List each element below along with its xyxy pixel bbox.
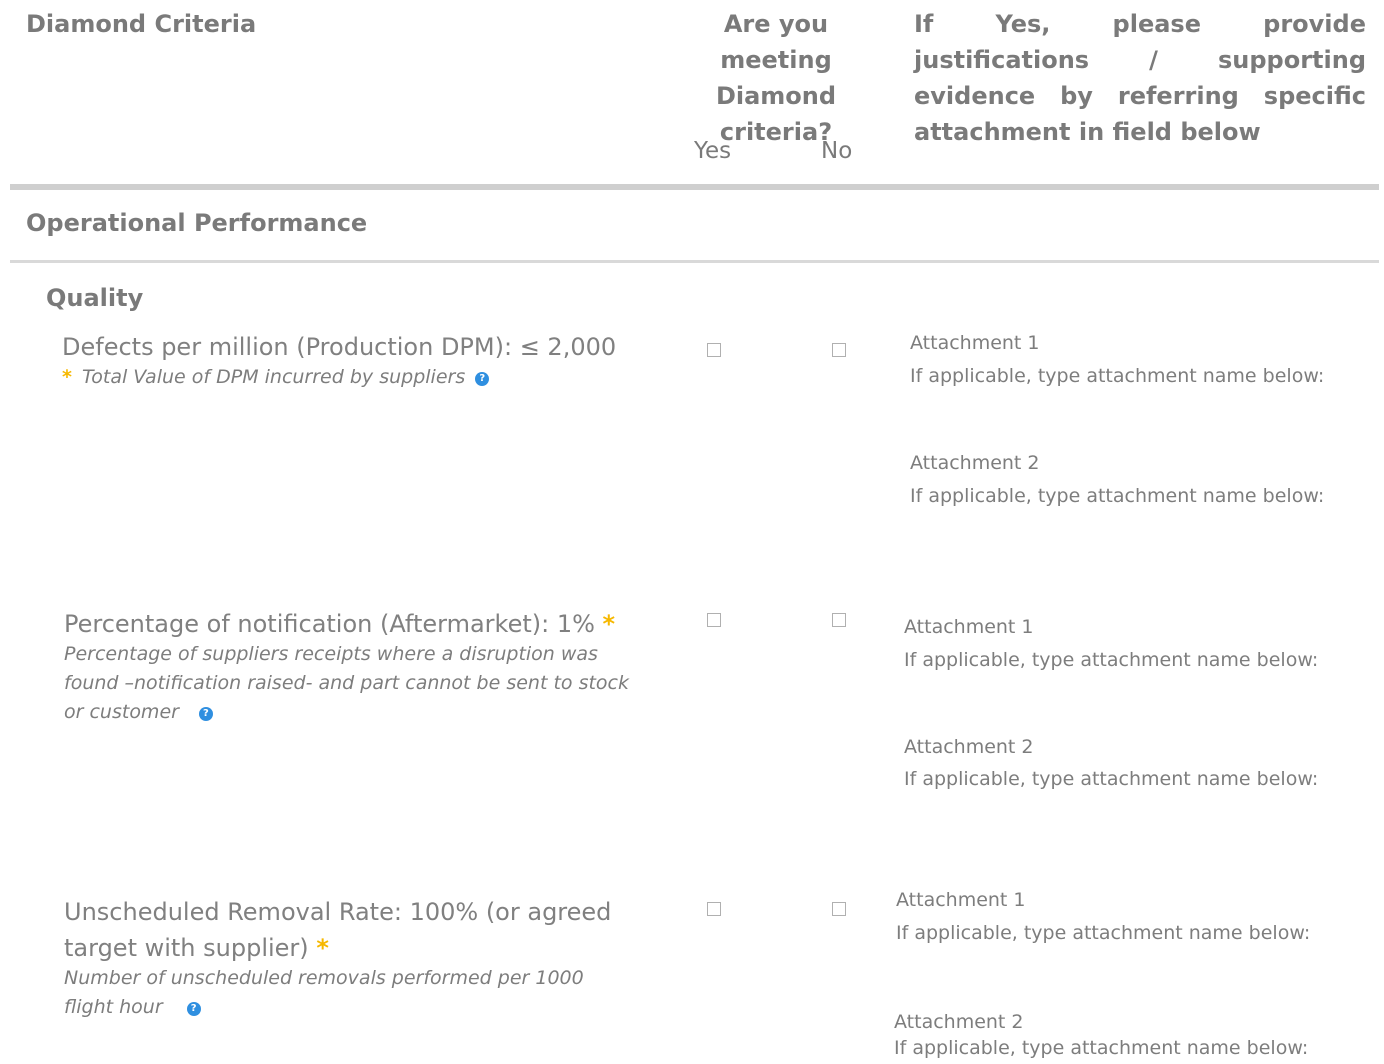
criterion-dpm: Defects per million (Production DPM): ≤ … [62,329,662,392]
criterion-description: Percentage of suppliers receipts where a… [64,643,629,723]
removal-yes-checkbox[interactable] [707,902,721,916]
attachment-2-hint[interactable]: If applicable, type attachment name belo… [910,483,1370,509]
criterion-description: Number of unscheduled removals performed… [64,967,584,1018]
no-column-label: No [821,138,853,164]
subsection-title: Quality [46,284,144,312]
dpm-yes-checkbox[interactable] [707,343,721,357]
attachment-1-label: Attachment 1 [896,889,1026,911]
criterion-title: Percentage of notification (Aftermarket)… [64,606,644,642]
criterion-title: Defects per million (Production DPM): ≤ … [62,333,617,361]
column-header-meeting: Are you meeting Diamond criteria? [715,10,837,146]
dpm-attachment-2: Attachment 2 If applicable, type attachm… [910,450,1370,509]
attachment-1-label: Attachment 1 [904,616,1034,638]
help-icon[interactable]: ? [198,707,213,721]
criterion-description: Total Value of DPM incurred by suppliers [81,366,466,388]
help-icon[interactable]: ? [186,1002,201,1016]
criterion-title-text: Percentage of notification (Aftermarket)… [64,610,595,638]
attachment-2-label: Attachment 2 [904,736,1034,758]
attachment-1-hint[interactable]: If applicable, type attachment name belo… [904,647,1364,673]
yes-column-label: Yes [694,138,732,164]
attachment-2-hint[interactable]: If applicable, type attachment name belo… [904,766,1364,792]
help-icon[interactable]: ? [475,372,490,386]
removal-no-checkbox[interactable] [832,902,846,916]
attachment-2-hint[interactable]: If applicable, type attachment name belo… [894,1035,1364,1061]
attachment-1-hint[interactable]: If applicable, type attachment name belo… [910,363,1370,389]
attachment-2-label: Attachment 2 [910,452,1040,474]
criterion-notification: Percentage of notification (Aftermarket)… [64,606,644,727]
criterion-description-row: * Total Value of DPM incurred by supplie… [62,363,662,392]
criterion-description-row: Percentage of suppliers receipts where a… [64,640,644,727]
attachment-1-hint[interactable]: If applicable, type attachment name belo… [896,920,1366,946]
required-marker: * [316,934,329,962]
criterion-title-text: Unscheduled Removal Rate: 100% (or agree… [64,898,612,962]
required-marker: * [602,610,616,638]
column-header-criteria: Diamond Criteria [26,10,257,38]
removal-attachment-2: Attachment 2 If applicable, type attachm… [894,1009,1364,1061]
section-divider [10,260,1379,263]
notification-attachment-2: Attachment 2 If applicable, type attachm… [904,734,1364,792]
notification-yes-checkbox[interactable] [707,613,721,627]
section-title: Operational Performance [26,209,368,237]
attachment-2-label: Attachment 2 [894,1011,1024,1033]
required-marker: * [62,366,72,388]
criterion-description-row: Number of unscheduled removals performed… [64,964,624,1022]
notification-no-checkbox[interactable] [832,613,846,627]
attachment-1-label: Attachment 1 [910,332,1040,354]
dpm-no-checkbox[interactable] [832,343,846,357]
notification-attachment-1: Attachment 1 If applicable, type attachm… [904,614,1364,673]
header-divider [10,184,1379,190]
criterion-removal-rate: Unscheduled Removal Rate: 100% (or agree… [64,894,624,1022]
column-header-justification: If Yes, please provide justifications / … [914,10,1366,146]
removal-attachment-1: Attachment 1 If applicable, type attachm… [896,887,1366,946]
dpm-attachment-1: Attachment 1 If applicable, type attachm… [910,330,1370,389]
criterion-title: Unscheduled Removal Rate: 100% (or agree… [64,894,624,966]
